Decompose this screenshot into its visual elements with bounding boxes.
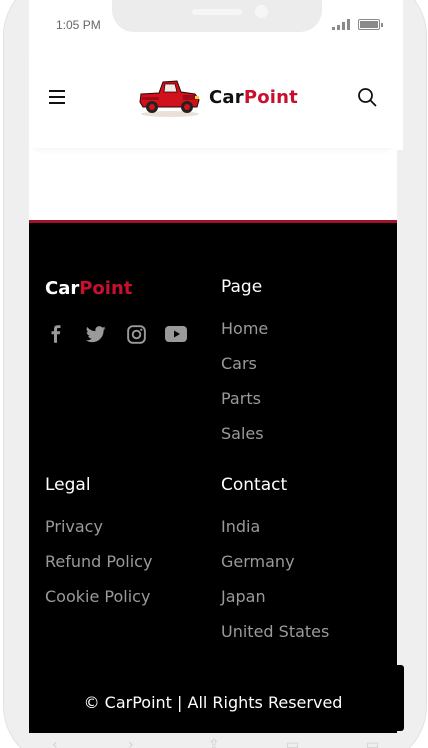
status-icons — [332, 19, 383, 30]
phone-side-button — [397, 665, 404, 731]
footer-link-united-states[interactable]: United States — [221, 622, 329, 641]
footer-link-germany[interactable]: Germany — [221, 552, 295, 571]
front-camera — [255, 5, 268, 18]
speaker-grille — [192, 9, 242, 15]
footer-link-home[interactable]: Home — [221, 319, 268, 338]
site-header: CarPoint — [29, 40, 397, 148]
brand-name-right: Point — [243, 86, 298, 108]
footer-link-japan[interactable]: Japan — [221, 587, 266, 606]
status-time: 1:05 PM — [56, 18, 101, 32]
footer-brand[interactable]: CarPoint — [45, 278, 132, 299]
phone-notch — [112, 0, 322, 32]
forward-arrow-icon[interactable]: › — [128, 737, 134, 748]
footer-legal-title: Legal — [45, 475, 91, 495]
site-footer: CarPoint Page Home Cars Parts Sales Lega… — [29, 220, 397, 733]
instagram-icon[interactable] — [125, 323, 147, 345]
footer-brand-left: Car — [45, 278, 80, 299]
footer-link-privacy[interactable]: Privacy — [45, 517, 103, 536]
footer-link-india[interactable]: India — [221, 517, 260, 536]
brand-logo[interactable]: CarPoint — [139, 76, 298, 118]
signal-icon — [332, 19, 350, 30]
hamburger-menu-icon[interactable] — [49, 90, 65, 104]
footer-link-cookie-policy[interactable]: Cookie Policy — [45, 587, 150, 606]
footer-link-sales[interactable]: Sales — [221, 424, 264, 443]
footer-contact-title: Contact — [221, 475, 288, 495]
twitter-icon[interactable] — [85, 323, 107, 345]
brand-name-left: Car — [209, 86, 244, 108]
footer-page-title: Page — [221, 277, 263, 297]
red-truck-logo — [139, 80, 200, 117]
social-links — [45, 323, 187, 345]
footer-link-parts[interactable]: Parts — [221, 389, 261, 408]
copyright-text: © CarPoint | All Rights Reserved — [83, 693, 343, 712]
facebook-icon[interactable] — [45, 323, 67, 345]
tabs-icon[interactable]: ▭ — [366, 737, 379, 748]
bookmarks-icon[interactable]: ▭ — [286, 737, 299, 748]
search-icon[interactable] — [357, 87, 377, 107]
back-arrow-icon[interactable]: ‹ — [52, 737, 58, 748]
battery-icon — [358, 19, 383, 30]
footer-link-refund-policy[interactable]: Refund Policy — [45, 552, 152, 571]
youtube-icon[interactable] — [165, 323, 187, 345]
footer-brand-right: Point — [79, 278, 133, 299]
share-icon[interactable]: ⇪ — [208, 737, 220, 748]
footer-link-cars[interactable]: Cars — [221, 354, 257, 373]
brand-name: CarPoint — [209, 87, 298, 108]
browser-bottom-bar: ‹ › ⇪ ▭ ▭ — [40, 737, 390, 748]
